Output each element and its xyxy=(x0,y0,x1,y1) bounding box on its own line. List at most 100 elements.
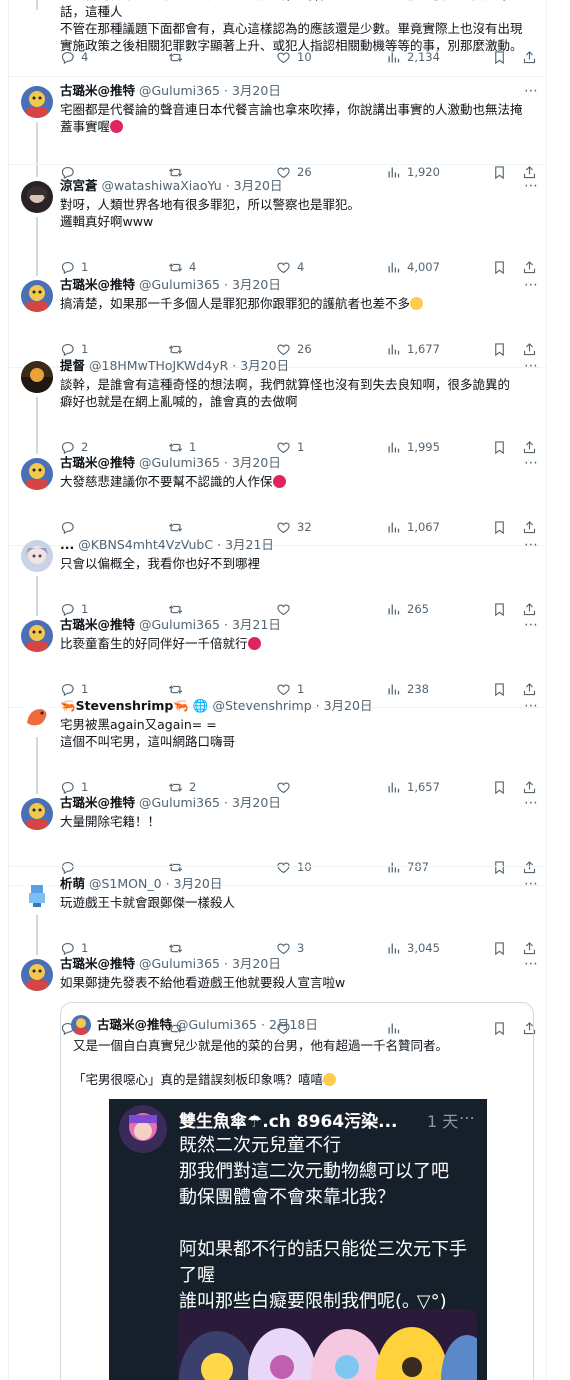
avatar[interactable] xyxy=(21,701,53,733)
avatar[interactable] xyxy=(21,181,53,213)
author-handle[interactable]: @watashiwaXiaoYu xyxy=(102,178,222,193)
more-icon[interactable]: ⋯ xyxy=(524,538,556,552)
avatar[interactable] xyxy=(21,959,53,991)
share-button[interactable] xyxy=(522,857,543,877)
author-handle[interactable]: @Gulumi365 xyxy=(139,956,220,971)
views-button[interactable]: 238 xyxy=(386,679,429,699)
author-handle[interactable]: @Stevenshrimp xyxy=(212,698,311,713)
views-button[interactable]: 2,134 xyxy=(386,47,440,67)
author-name[interactable]: 古璐米@推特 xyxy=(60,795,135,810)
reply-button[interactable] xyxy=(60,517,81,537)
bookmark-button[interactable] xyxy=(492,257,513,277)
like-button[interactable]: 32 xyxy=(276,517,312,537)
like-button[interactable]: 26 xyxy=(276,339,312,359)
views-button[interactable]: 4,007 xyxy=(386,257,440,277)
retweet-button[interactable]: 4 xyxy=(168,257,196,277)
avatar[interactable] xyxy=(21,798,53,830)
bookmark-button[interactable] xyxy=(492,437,513,457)
more-icon[interactable]: ⋯ xyxy=(524,618,556,632)
share-button[interactable] xyxy=(522,517,543,537)
author-name[interactable]: 涼宮蒼 xyxy=(60,178,98,193)
views-button[interactable]: 787 xyxy=(386,857,429,877)
more-icon[interactable]: ⋯ xyxy=(524,84,556,98)
share-button[interactable] xyxy=(522,938,543,958)
reply-button[interactable]: 4 xyxy=(60,47,88,67)
tweet-date[interactable]: 3月20日 xyxy=(232,83,281,98)
author-name[interactable]: 古璐米@推特 xyxy=(60,617,135,632)
bookmark-button[interactable] xyxy=(492,162,513,182)
retweet-button[interactable] xyxy=(168,339,189,359)
author-name[interactable]: 古璐米@推特 xyxy=(60,956,135,971)
like-button[interactable]: 10 xyxy=(276,857,312,877)
tweet-date[interactable]: 3月20日 xyxy=(232,455,281,470)
more-icon[interactable]: ⋯ xyxy=(524,179,556,193)
tweet-date[interactable]: 3月20日 xyxy=(174,876,223,891)
reply-button[interactable]: 1 xyxy=(60,679,88,699)
avatar[interactable] xyxy=(21,879,53,911)
avatar[interactable] xyxy=(21,361,53,393)
more-icon[interactable]: ⋯ xyxy=(524,957,556,971)
views-button[interactable]: 1,995 xyxy=(386,437,440,457)
avatar[interactable] xyxy=(21,86,53,118)
views-button[interactable]: 1,067 xyxy=(386,517,440,537)
author-handle[interactable]: @Gulumi365 xyxy=(139,617,220,632)
tweet-date[interactable]: 3月20日 xyxy=(232,956,281,971)
author-name[interactable]: 提督 xyxy=(60,358,85,373)
avatar[interactable] xyxy=(21,458,53,490)
share-button[interactable] xyxy=(522,339,543,359)
views-button[interactable]: 265 xyxy=(386,599,429,619)
tweet-date[interactable]: 3月20日 xyxy=(232,277,281,292)
author-name[interactable]: ... xyxy=(60,537,74,552)
share-button[interactable] xyxy=(522,777,543,797)
tweet-date[interactable]: 3月20日 xyxy=(232,795,281,810)
author-name[interactable]: 析萌 xyxy=(60,876,85,891)
bookmark-button[interactable] xyxy=(492,777,513,797)
tweet-date[interactable]: 3月21日 xyxy=(225,537,274,552)
bookmark-button[interactable] xyxy=(492,857,513,877)
views-button[interactable]: 3,045 xyxy=(386,938,440,958)
bookmark-button[interactable] xyxy=(492,938,513,958)
author-handle[interactable]: @Gulumi365 xyxy=(139,83,220,98)
more-icon[interactable]: ⋯ xyxy=(524,359,556,373)
bookmark-button[interactable] xyxy=(492,339,513,359)
author-handle[interactable]: @Gulumi365 xyxy=(139,277,220,292)
avatar[interactable] xyxy=(21,620,53,652)
tweet-date[interactable]: 3月20日 xyxy=(234,178,283,193)
like-button[interactable]: 4 xyxy=(276,257,304,277)
views-button[interactable]: 1,677 xyxy=(386,339,440,359)
more-icon[interactable]: ⋯ xyxy=(524,456,556,470)
tweet-date[interactable]: 3月20日 xyxy=(324,698,373,713)
author-name[interactable]: 古璐米@推特 xyxy=(60,277,135,292)
like-button[interactable]: 10 xyxy=(276,47,312,67)
share-button[interactable] xyxy=(522,257,543,277)
author-handle[interactable]: @18HMwTHoJKWd4yR xyxy=(89,358,228,373)
retweet-button[interactable] xyxy=(168,517,189,537)
attached-screenshot[interactable]: 雙生魚傘☂.ch 8964污染... 1 天 ⋯ 既然二次元兒童不行 那我們對這… xyxy=(109,1099,487,1380)
author-handle[interactable]: @Gulumi365 xyxy=(139,795,220,810)
share-button[interactable] xyxy=(522,599,543,619)
more-icon[interactable]: ⋯ xyxy=(524,278,556,292)
views-button[interactable]: 1,920 xyxy=(386,162,440,182)
reply-button[interactable] xyxy=(60,857,81,877)
author-handle[interactable]: @S1MON_0 xyxy=(89,876,162,891)
like-button[interactable]: 1 xyxy=(276,679,304,699)
author-name[interactable]: 古璐米@推特 xyxy=(60,83,135,98)
bookmark-button[interactable] xyxy=(492,599,513,619)
retweet-button[interactable] xyxy=(168,47,189,67)
author-handle[interactable]: @KBNS4mht4VzVubC xyxy=(78,537,213,552)
tweet-date[interactable]: 3月20日 xyxy=(240,358,289,373)
author-handle[interactable]: @Gulumi365 xyxy=(139,455,220,470)
more-icon[interactable]: ⋯ xyxy=(524,877,556,891)
tweet-top[interactable]: 一如台灣日本有前輩的政黨主張那黨說出(戀母)，一般人也就是個以後一直被認為的話，… xyxy=(8,0,547,76)
avatar[interactable] xyxy=(21,540,53,572)
retweet-button[interactable] xyxy=(168,679,189,699)
bookmark-button[interactable] xyxy=(492,517,513,537)
avatar[interactable] xyxy=(21,280,53,312)
more-icon[interactable]: ⋯ xyxy=(524,796,556,810)
bookmark-button[interactable] xyxy=(492,47,513,67)
share-button[interactable] xyxy=(522,47,543,67)
share-button[interactable] xyxy=(522,679,543,699)
quote-tweet[interactable]: 古璐米@推特 @Gulumi365 · 2月18日 又是一個自白真實兒少就是他的… xyxy=(60,1002,534,1380)
reply-button[interactable]: 1 xyxy=(60,257,88,277)
tweet-date[interactable]: 3月21日 xyxy=(232,617,281,632)
